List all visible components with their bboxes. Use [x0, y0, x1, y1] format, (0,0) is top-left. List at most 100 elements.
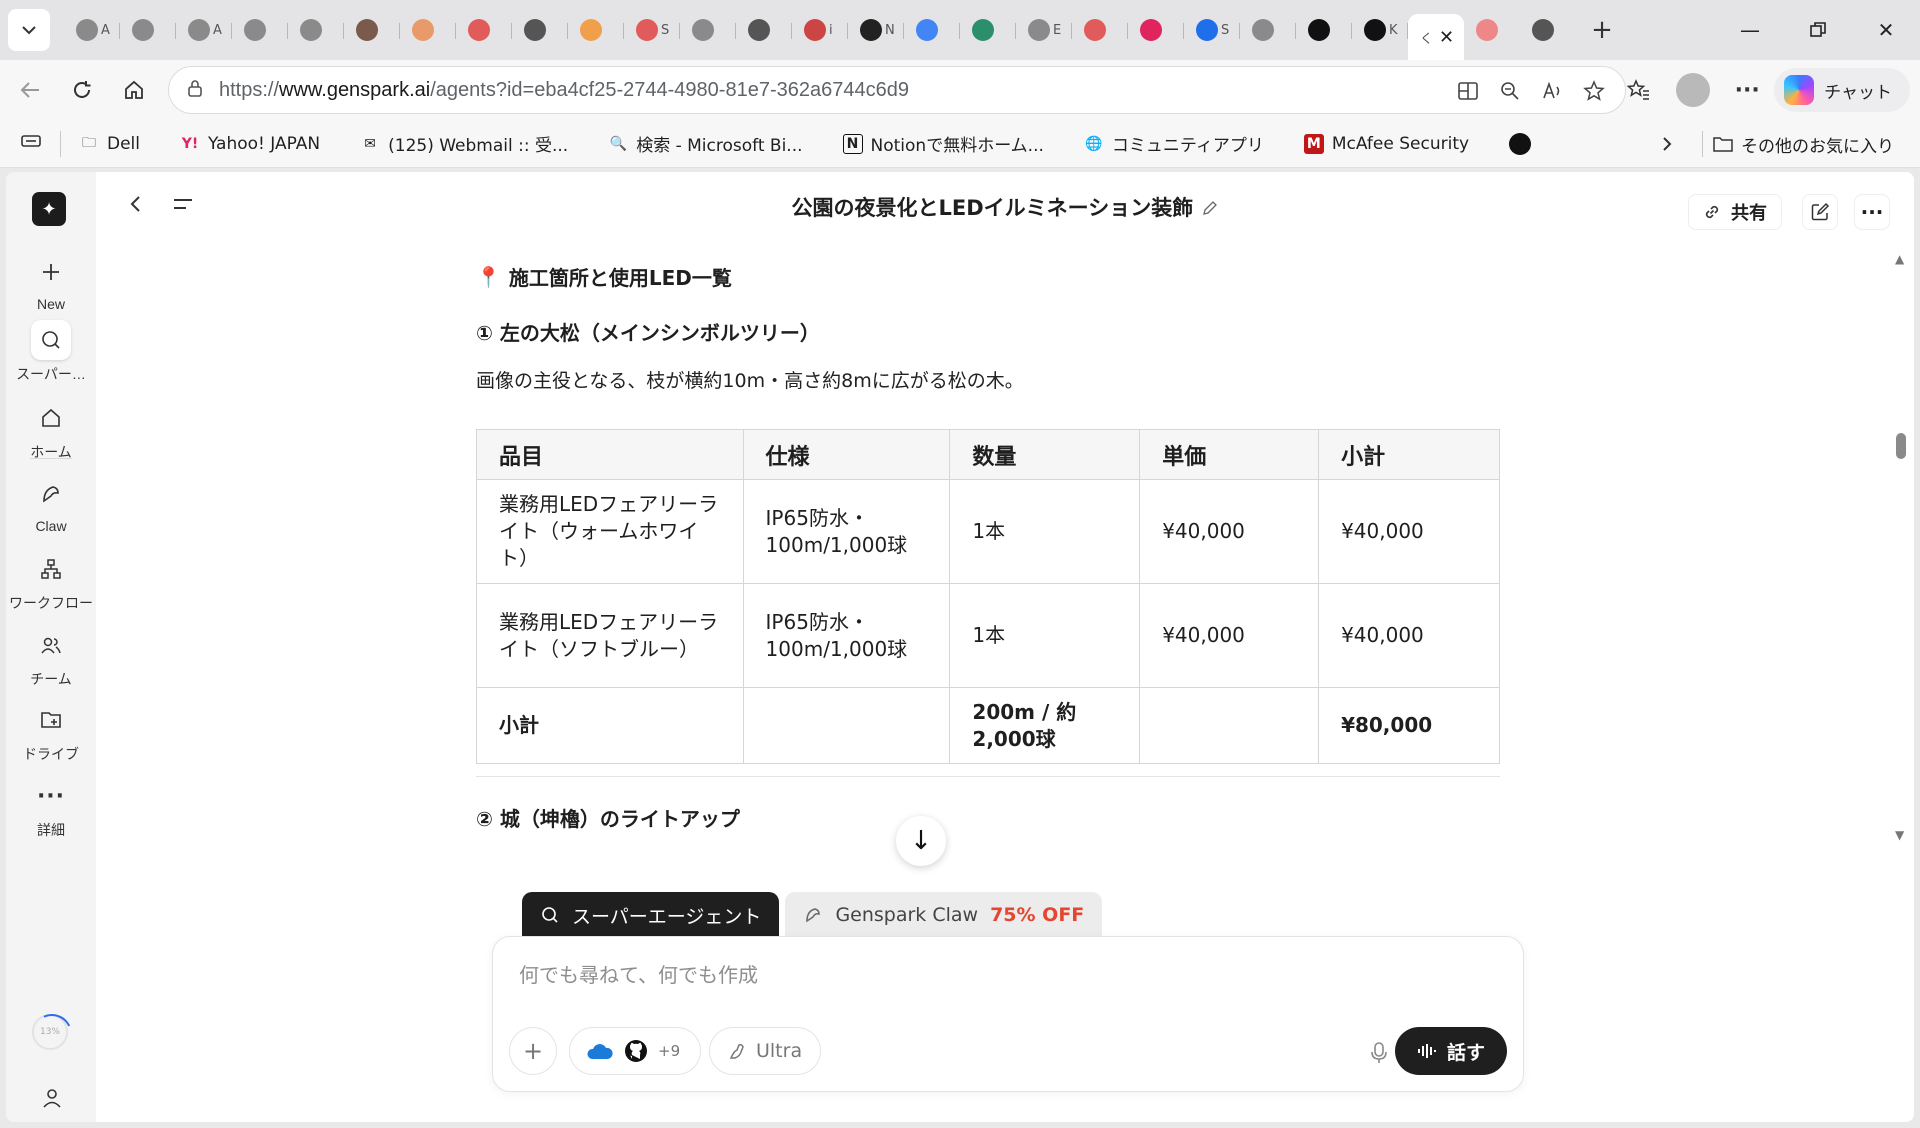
- genspark-logo[interactable]: ✦: [32, 192, 66, 226]
- minimize-button[interactable]: —: [1716, 0, 1784, 60]
- scroll-to-bottom-button[interactable]: ↓: [896, 816, 946, 866]
- tab-groups-icon[interactable]: [20, 130, 42, 157]
- globe-icon: [300, 19, 322, 41]
- browser-tab[interactable]: [288, 7, 344, 53]
- browser-tab[interactable]: [1240, 7, 1296, 53]
- browser-tab[interactable]: [232, 7, 288, 53]
- account-icon[interactable]: [41, 1086, 63, 1112]
- bookmark-item[interactable]: ✉ (125) Webmail :: 受...: [360, 131, 568, 157]
- robot-icon: [188, 19, 210, 41]
- browser-tab[interactable]: A: [176, 7, 232, 53]
- browser-tab[interactable]: [736, 7, 792, 53]
- browser-tab[interactable]: [568, 7, 624, 53]
- microphone-icon[interactable]: [1369, 1041, 1389, 1069]
- bookmark-item[interactable]: 🌐 コミュニティアプリ: [1084, 131, 1264, 157]
- sunburst-icon: [412, 19, 434, 41]
- column-header: 仕様: [742, 429, 951, 480]
- robot-icon: [1364, 19, 1386, 41]
- browser-tab[interactable]: i: [792, 7, 848, 53]
- browser-tab[interactable]: [512, 7, 568, 53]
- tab-super-agent[interactable]: スーパーエージェント: [522, 892, 780, 938]
- new-edit-button[interactable]: [1802, 194, 1838, 230]
- refresh-button[interactable]: [60, 68, 104, 112]
- other-favorites-folder[interactable]: その他のお気に入り: [1713, 132, 1894, 157]
- close-tab-icon[interactable]: ✕: [1439, 27, 1454, 48]
- tab-actions-button[interactable]: [8, 9, 50, 51]
- sidebar-item-team[interactable]: チーム: [6, 625, 96, 689]
- home-icon: [31, 398, 71, 438]
- browser-tab[interactable]: [120, 7, 176, 53]
- profile-avatar[interactable]: [1666, 73, 1720, 107]
- browser-tab[interactable]: [1128, 7, 1184, 53]
- scroll-down-arrow-icon[interactable]: ▼: [1895, 828, 1904, 842]
- browser-tab[interactable]: [1464, 7, 1520, 53]
- browser-tab[interactable]: [680, 7, 736, 53]
- table-cell: 200m / 約2,000球: [949, 687, 1141, 764]
- favorites-icon[interactable]: [1612, 78, 1666, 102]
- home-button[interactable]: [112, 68, 156, 112]
- attach-button[interactable]: +: [509, 1027, 557, 1075]
- sidebar-item-workflow[interactable]: ワークフロー: [6, 549, 96, 613]
- back-button[interactable]: [8, 68, 52, 112]
- active-browser-tab[interactable]: く ✕: [1408, 14, 1464, 60]
- sidebar-item-super-agent[interactable]: スーパー…: [6, 320, 96, 384]
- bookmark-item[interactable]: 🔍 検索 - Microsoft Bi...: [608, 131, 802, 157]
- share-button[interactable]: 共有: [1688, 194, 1782, 230]
- tab-title: K: [1389, 22, 1398, 38]
- site-info-icon[interactable]: [185, 78, 207, 102]
- robot-icon[interactable]: [1509, 132, 1532, 155]
- browser-tab[interactable]: E: [1016, 7, 1072, 53]
- browser-tab[interactable]: [1520, 7, 1576, 53]
- settings-more-icon[interactable]: ···: [1720, 78, 1774, 103]
- page-title[interactable]: 公園の夜景化とLEDイルミネーション装飾: [96, 192, 1914, 222]
- sidebar-item-claw[interactable]: Claw: [6, 474, 96, 534]
- more-icon: ···: [36, 783, 66, 809]
- scrollbar-thumb[interactable]: [1896, 433, 1906, 459]
- tab-genspark-claw[interactable]: Genspark Claw 75% OFF: [785, 892, 1103, 938]
- globe-icon: 🌐: [1085, 135, 1103, 152]
- connectors-button[interactable]: +9: [569, 1027, 702, 1075]
- bookmark-item[interactable]: 🗀 Dell: [79, 134, 140, 154]
- sidebar-item-home[interactable]: ホーム: [6, 398, 96, 462]
- more-options-button[interactable]: ···: [1854, 194, 1890, 230]
- browser-tab[interactable]: [1296, 7, 1352, 53]
- close-window-button[interactable]: ✕: [1852, 0, 1920, 60]
- talk-button[interactable]: 話す: [1394, 1027, 1507, 1075]
- bookmark-item[interactable]: Y! Yahoo! JAPAN: [180, 134, 320, 154]
- split-screen-icon[interactable]: [1447, 80, 1489, 102]
- bookmark-item[interactable]: N Notionで無料ホーム...: [842, 131, 1044, 156]
- sidebar-item-more[interactable]: ··· 詳細: [6, 776, 96, 840]
- sub-heading-2: ② 城（坤櫓）のライトアップ: [476, 807, 740, 831]
- tab-title: E: [1053, 22, 1062, 38]
- scrollbar[interactable]: ▲ ▼: [1894, 252, 1908, 842]
- scroll-up-arrow-icon[interactable]: ▲: [1895, 252, 1904, 266]
- browser-tab[interactable]: S: [624, 7, 680, 53]
- browser-tab[interactable]: S: [1184, 7, 1240, 53]
- favorite-star-icon[interactable]: [1573, 80, 1615, 102]
- browser-tab[interactable]: [904, 7, 960, 53]
- browser-tab[interactable]: [344, 7, 400, 53]
- browser-tab[interactable]: [960, 7, 1016, 53]
- sidebar-item-label: ワークフロー: [9, 595, 93, 611]
- sidebar-item-new[interactable]: New: [6, 252, 96, 312]
- zoom-icon[interactable]: [1489, 80, 1531, 102]
- copilot-chat-button[interactable]: チャット: [1774, 68, 1910, 112]
- browser-tab[interactable]: A: [64, 7, 120, 53]
- browser-tab[interactable]: N: [848, 7, 904, 53]
- bookmark-item[interactable]: M McAfee Security: [1303, 133, 1470, 154]
- genspark-app: ✦ New スーパー… ホーム Claw ワークフロー チーム ドライブ ··· 詳細 13% …: [6, 172, 1914, 1122]
- ultra-mode-button[interactable]: Ultra: [709, 1027, 822, 1075]
- new-tab-button[interactable]: +: [1582, 10, 1622, 50]
- bookmark-label: McAfee Security: [1331, 133, 1470, 154]
- restore-button[interactable]: [1784, 0, 1852, 60]
- browser-tab[interactable]: K: [1352, 7, 1408, 53]
- browser-tab[interactable]: [456, 7, 512, 53]
- address-bar[interactable]: https://www.genspark.ai/agents?id=eba4cf…: [168, 66, 1626, 114]
- bookmarks-overflow-icon[interactable]: [1642, 136, 1692, 152]
- prompt-input[interactable]: 何でも尋ねて、何でも作成: [519, 959, 758, 988]
- sidebar-item-drive[interactable]: ドライブ: [6, 700, 96, 764]
- read-aloud-icon[interactable]: [1531, 80, 1573, 102]
- browser-tab[interactable]: [1072, 7, 1128, 53]
- edit-pencil-icon[interactable]: [1201, 199, 1219, 217]
- browser-tab[interactable]: [400, 7, 456, 53]
